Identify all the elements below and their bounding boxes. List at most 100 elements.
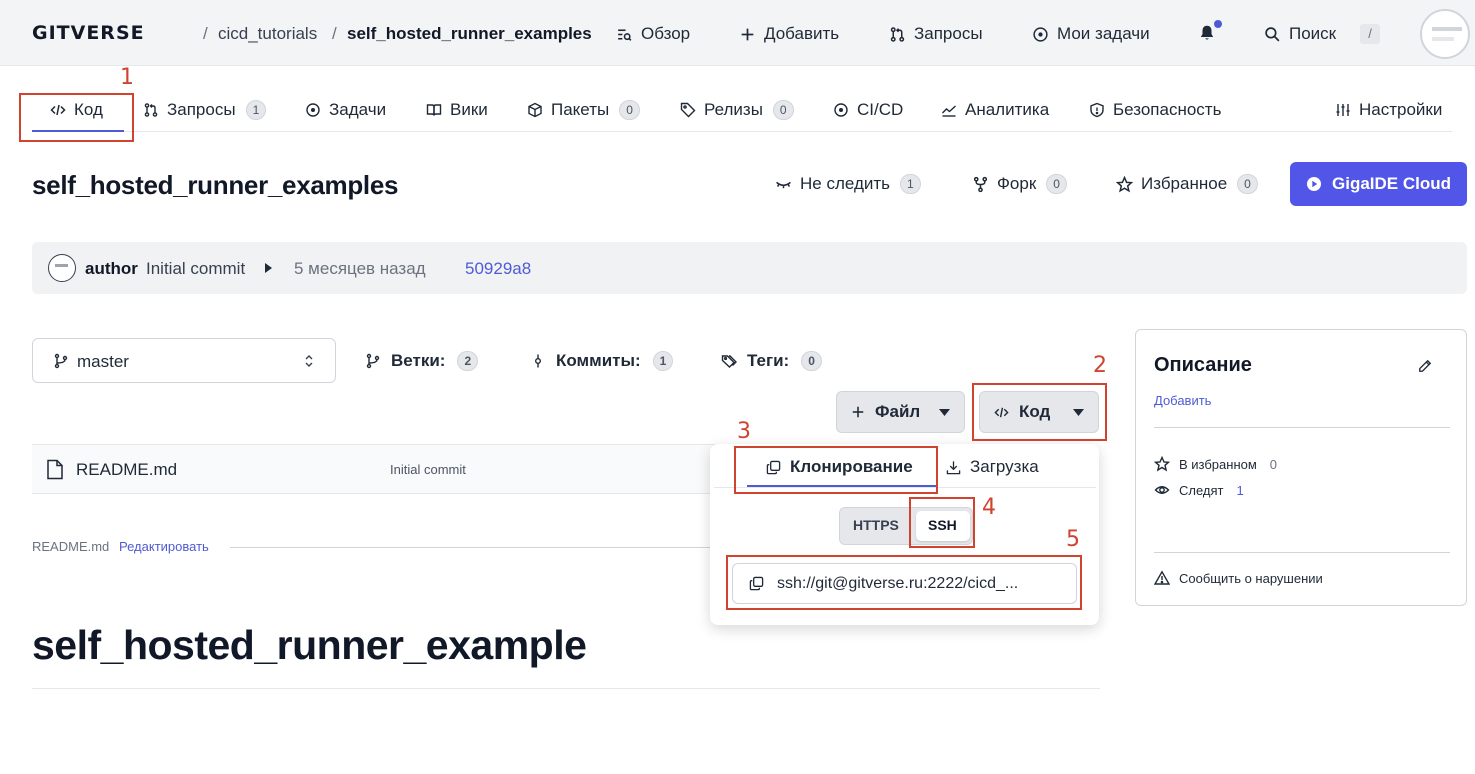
user-avatar[interactable]	[1420, 9, 1470, 59]
tab-wiki[interactable]: Вики	[426, 100, 488, 120]
nav-overview[interactable]: Обзор	[616, 24, 690, 44]
plus-icon	[851, 405, 865, 419]
tab-packages-count: 0	[619, 100, 640, 120]
search-shortcut-key: /	[1360, 24, 1381, 44]
tab-analytics[interactable]: Аналитика	[941, 100, 1049, 120]
breadcrumb-separator: /	[203, 24, 208, 43]
readme-divider	[230, 547, 730, 548]
file-commit-message[interactable]: Initial commit	[390, 462, 466, 477]
star-icon	[1116, 175, 1133, 193]
commit-message[interactable]: Initial commit	[146, 259, 245, 279]
annotation-box-3	[734, 446, 938, 494]
watch-button[interactable]: Не следить 1	[775, 174, 921, 194]
branches-count: 2	[457, 351, 479, 371]
nav-add[interactable]: Добавить	[739, 24, 839, 44]
tab-security[interactable]: Безопасность	[1089, 100, 1221, 120]
tab-packages[interactable]: Пакеты 0	[527, 100, 640, 120]
favorites-count: 0	[1269, 456, 1278, 472]
tags-count: 0	[801, 351, 822, 371]
shield-icon	[1089, 102, 1105, 118]
pencil-icon[interactable]	[1418, 359, 1432, 373]
caret-right-icon[interactable]	[264, 262, 273, 274]
watchers-label: Следят	[1179, 482, 1224, 498]
favorites-label: В избранном	[1179, 456, 1257, 472]
annotation-box-5	[726, 555, 1082, 610]
branches-link[interactable]: Ветки: 2	[365, 351, 479, 371]
repo-description-card: Описание Добавить В избранном 0 Следят 1…	[1135, 329, 1467, 606]
nav-search-label: Поиск	[1289, 24, 1337, 43]
notifications-bell-icon[interactable]	[1198, 24, 1216, 42]
watchers-count: 1	[1236, 482, 1244, 498]
readme-heading: self_hosted_runner_example	[32, 622, 587, 668]
watch-count: 1	[900, 174, 921, 194]
tab-packages-label: Пакеты	[551, 100, 610, 119]
commits-label: Коммиты:	[556, 351, 641, 370]
chevron-updown-icon	[303, 352, 315, 370]
tab-requests[interactable]: Запросы 1	[143, 100, 267, 120]
download-icon	[946, 460, 961, 475]
nav-overview-label: Обзор	[641, 24, 691, 43]
tab-cicd[interactable]: CI/CD	[833, 100, 903, 120]
tags-icon	[721, 353, 737, 369]
nav-my-issues-label: Мои задачи	[1057, 24, 1150, 43]
file-icon	[46, 459, 64, 480]
repo-title: self_hosted_runner_examples	[32, 170, 399, 200]
file-name[interactable]: README.md	[76, 460, 177, 480]
annotation-number-5: 5	[1066, 527, 1080, 552]
branch-select[interactable]: master	[32, 338, 336, 383]
star-label: Избранное	[1141, 174, 1228, 193]
fork-icon	[972, 176, 989, 193]
nav-requests[interactable]: Запросы	[889, 24, 983, 44]
readme-edit-link[interactable]: Редактировать	[119, 539, 209, 554]
tab-issues[interactable]: Задачи	[305, 100, 386, 120]
warning-icon	[1154, 570, 1170, 586]
sidebar-divider	[1154, 552, 1450, 553]
fork-button[interactable]: Форк 0	[972, 174, 1067, 194]
tab-download[interactable]: Загрузка	[946, 457, 1039, 477]
eye-off-icon	[775, 176, 792, 193]
sliders-icon	[1335, 102, 1351, 118]
tab-releases[interactable]: Релизы 0	[680, 100, 794, 120]
description-title: Описание	[1154, 354, 1252, 376]
author-avatar[interactable]	[48, 254, 76, 282]
commits-link[interactable]: Коммиты: 1	[530, 351, 674, 371]
annotation-number-1: 1	[120, 65, 134, 90]
commit-icon	[530, 353, 546, 369]
gigaide-cloud-button[interactable]: GigaIDE Cloud	[1290, 162, 1467, 206]
breadcrumb-repo[interactable]: self_hosted_runner_examples	[347, 24, 592, 44]
sidebar-divider	[1154, 427, 1450, 428]
report-abuse-link[interactable]: Сообщить о нарушении	[1154, 570, 1323, 586]
tab-issues-label: Задачи	[329, 100, 387, 119]
star-button[interactable]: Избранное 0	[1116, 174, 1258, 194]
tab-settings[interactable]: Настройки	[1335, 100, 1442, 120]
play-circle-icon	[833, 102, 849, 118]
tab-security-label: Безопасность	[1113, 100, 1222, 119]
add-file-label: Файл	[875, 402, 921, 421]
https-option[interactable]: HTTPS	[853, 517, 899, 533]
chart-line-icon	[941, 102, 957, 118]
watchers-stat[interactable]: Следят 1	[1154, 482, 1244, 498]
gigaide-cloud-label: GigaIDE Cloud	[1332, 174, 1451, 193]
file-row[interactable]: README.md Initial commit	[32, 444, 732, 494]
nav-my-issues[interactable]: Мои задачи	[1032, 24, 1150, 44]
watch-label: Не следить	[800, 174, 891, 193]
branch-name: master	[77, 352, 129, 371]
package-icon	[527, 102, 543, 118]
star-count: 0	[1237, 174, 1258, 194]
tab-cicd-label: CI/CD	[857, 100, 904, 119]
tab-releases-count: 0	[772, 100, 794, 120]
tags-link[interactable]: Теги: 0	[721, 351, 822, 371]
annotation-number-4: 4	[982, 495, 996, 520]
add-file-button[interactable]: Файл	[836, 391, 965, 433]
gitverse-logo[interactable]: GITVERSE	[32, 22, 145, 44]
annotation-box-2	[972, 383, 1107, 441]
commit-hash[interactable]: 50929a8	[465, 259, 531, 279]
issue-icon	[1032, 26, 1049, 43]
plus-icon	[739, 26, 756, 43]
breadcrumb-owner[interactable]: cicd_tutorials	[218, 24, 317, 44]
nav-search[interactable]: Поиск /	[1264, 24, 1381, 44]
favorites-stat[interactable]: В избранном 0	[1154, 456, 1277, 472]
add-description-link[interactable]: Добавить	[1154, 393, 1211, 408]
commit-author[interactable]: author	[85, 259, 138, 279]
tab-wiki-label: Вики	[450, 100, 488, 119]
